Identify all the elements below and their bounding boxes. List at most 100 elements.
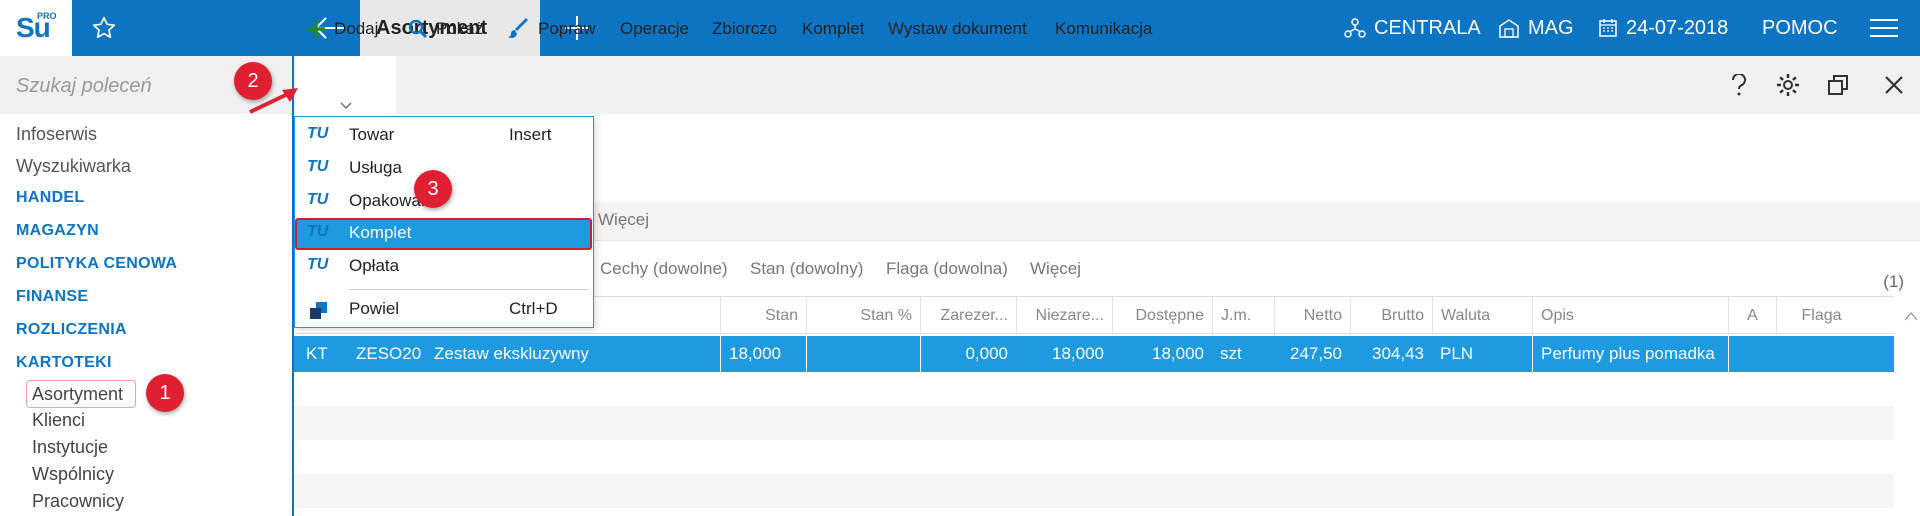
col-stan-pct[interactable]: Stan % — [806, 297, 920, 335]
sidebar-item-klienci[interactable]: Klienci — [32, 410, 85, 431]
sidebar-section-polityka-cenowa[interactable]: POLITYKA CENOWA — [16, 255, 177, 273]
tu-icon: TU — [307, 191, 329, 208]
col-netto[interactable]: Netto — [1274, 297, 1350, 335]
annotation-badge-3: 3 — [414, 170, 452, 208]
help-label: POMOC — [1762, 16, 1838, 39]
network-icon — [1344, 18, 1366, 38]
col-dostepne[interactable]: Dostępne — [1112, 297, 1212, 335]
collection-label: Zbiorczo — [712, 19, 778, 38]
settings-gear-icon[interactable] — [1763, 56, 1813, 114]
operations-label: Operacje — [620, 19, 689, 38]
cell-opis: Perfumy plus pomadka — [1532, 336, 1728, 372]
menu-item-powiel[interactable]: Powiel Ctrl+D — [295, 294, 592, 326]
add-label: Dodaj — [334, 19, 379, 38]
sidebar-item-wyszukiwarka[interactable]: Wyszukiwarka — [16, 156, 131, 177]
cell-jm: szt — [1220, 344, 1242, 363]
filter-more-2[interactable]: Więcej — [1030, 259, 1081, 279]
filter-state[interactable]: Stan (dowolny) — [750, 259, 863, 279]
col-brutto[interactable]: Brutto — [1350, 297, 1432, 335]
calendar-icon — [1599, 19, 1617, 37]
mag-label: MAG — [1528, 16, 1574, 39]
cell-code: ZESO20 — [356, 344, 422, 363]
issue-document-button[interactable]: Wystaw dokument — [888, 0, 1027, 58]
sidebar-section-kartoteki[interactable]: KARTOTEKI — [16, 354, 112, 372]
mag-button[interactable]: MAG — [1498, 0, 1574, 56]
filter-more-1[interactable]: Więcej — [598, 210, 649, 230]
cell-type: KT — [306, 344, 328, 363]
empty-row-stripe — [294, 474, 1894, 508]
filter-features[interactable]: Cechy (dowolne) — [600, 259, 728, 279]
add-dropdown-menu: TU Towar Insert TU Usługa TU Opakowanie … — [294, 116, 594, 328]
set-label: Komplet — [802, 19, 865, 38]
centrala-button[interactable]: CENTRALA — [1344, 0, 1481, 56]
help-question-icon[interactable] — [1714, 56, 1764, 114]
set-button[interactable]: Komplet — [802, 0, 864, 58]
sidebar-item-asortyment[interactable]: Asortyment — [32, 384, 123, 405]
sidebar-section-handel[interactable]: HANDEL — [16, 189, 84, 207]
cell-stan: 18,000 — [720, 336, 806, 372]
sidebar-section-finanse[interactable]: FINANSE — [16, 288, 88, 306]
col-a[interactable]: A — [1728, 297, 1776, 335]
sidebar-item-wspolnicy[interactable]: Wspólnicy — [32, 464, 114, 485]
hamburger-menu-icon[interactable] — [1870, 0, 1906, 56]
communication-label: Komunikacja — [1055, 19, 1153, 38]
operations-menu[interactable]: Operacje — [620, 0, 689, 58]
edit-button[interactable]: Popraw — [508, 0, 596, 58]
duplicate-icon — [310, 302, 327, 319]
show-button[interactable]: Pokaż — [408, 0, 483, 58]
search-icon — [408, 19, 428, 39]
sidebar-item-infoserwis[interactable]: Infoserwis — [16, 124, 97, 145]
annotation-badge-1: 1 — [146, 374, 184, 412]
brush-icon — [508, 18, 528, 38]
menu-item-towar[interactable]: TU Towar Insert — [295, 120, 592, 152]
menu-item-komplet[interactable]: TU Komplet — [295, 218, 592, 250]
plus-icon — [307, 20, 325, 38]
restore-window-icon[interactable] — [1813, 56, 1863, 114]
annotation-badge-2: 2 — [234, 62, 272, 100]
app-logo[interactable]: Su PRO — [0, 0, 72, 56]
tu-icon: TU — [307, 223, 329, 240]
tu-icon: TU — [307, 125, 329, 142]
tu-icon: TU — [307, 158, 329, 175]
help-button[interactable]: POMOC — [1762, 0, 1838, 56]
sidebar-section-rozliczenia[interactable]: ROZLICZENIA — [16, 321, 127, 339]
cell-waluta: PLN — [1440, 344, 1474, 363]
date-button[interactable]: 24-07-2018 — [1598, 0, 1728, 56]
col-waluta[interactable]: Waluta — [1432, 297, 1532, 335]
table-row[interactable]: KT ZESO20 Zestaw ekskluzywny 18,000 0,00… — [294, 336, 1894, 372]
empty-row-stripe — [294, 406, 1894, 440]
cell-brutto: 304,43 — [1372, 344, 1424, 363]
edit-label: Popraw — [538, 19, 596, 38]
logo-superscript: PRO — [37, 11, 57, 21]
col-jm[interactable]: J.m. — [1212, 297, 1274, 335]
chevron-up-icon[interactable] — [1904, 311, 1918, 321]
sidebar-item-pracownicy[interactable]: Pracownicy — [32, 491, 124, 512]
sidebar-section-magazyn[interactable]: MAGAZYN — [16, 222, 99, 240]
collection-menu[interactable]: Zbiorczo — [712, 0, 777, 58]
warehouse-icon — [1499, 19, 1519, 38]
cell-stan-pct — [806, 336, 920, 372]
close-icon[interactable] — [1869, 56, 1919, 114]
filter-flag[interactable]: Flaga (dowolna) — [886, 259, 1008, 279]
menu-item-shortcut: Ctrl+D — [509, 299, 558, 318]
toolbar — [294, 56, 1920, 114]
sidebar-item-instytucje[interactable]: Instytucje — [32, 437, 108, 458]
cell-name: Zestaw ekskluzywny — [434, 344, 589, 363]
issue-document-label: Wystaw dokument — [888, 19, 1027, 38]
col-flaga[interactable]: Flaga — [1776, 297, 1866, 335]
col-opis[interactable]: Opis — [1532, 297, 1728, 335]
cell-zarezerwowane: 0,000 — [920, 336, 1016, 372]
centrala-label: CENTRALA — [1374, 16, 1481, 39]
menu-item-oplata[interactable]: TU Opłata — [295, 251, 592, 283]
date-label: 24-07-2018 — [1626, 16, 1729, 39]
search-placeholder: Szukaj poleceń — [16, 75, 152, 97]
communication-menu[interactable]: Komunikacja — [1055, 0, 1152, 58]
tu-icon: TU — [307, 256, 329, 273]
favorites-star-icon[interactable] — [72, 0, 136, 56]
col-stan[interactable]: Stan — [720, 297, 806, 335]
add-button[interactable]: Dodaj — [306, 0, 378, 58]
menu-item-label: Opłata — [349, 256, 400, 275]
chevron-down-icon — [340, 102, 352, 109]
col-zarezerwowane[interactable]: Zarezer... — [920, 297, 1016, 335]
col-niezarezerwowane[interactable]: Niezare... — [1016, 297, 1112, 335]
